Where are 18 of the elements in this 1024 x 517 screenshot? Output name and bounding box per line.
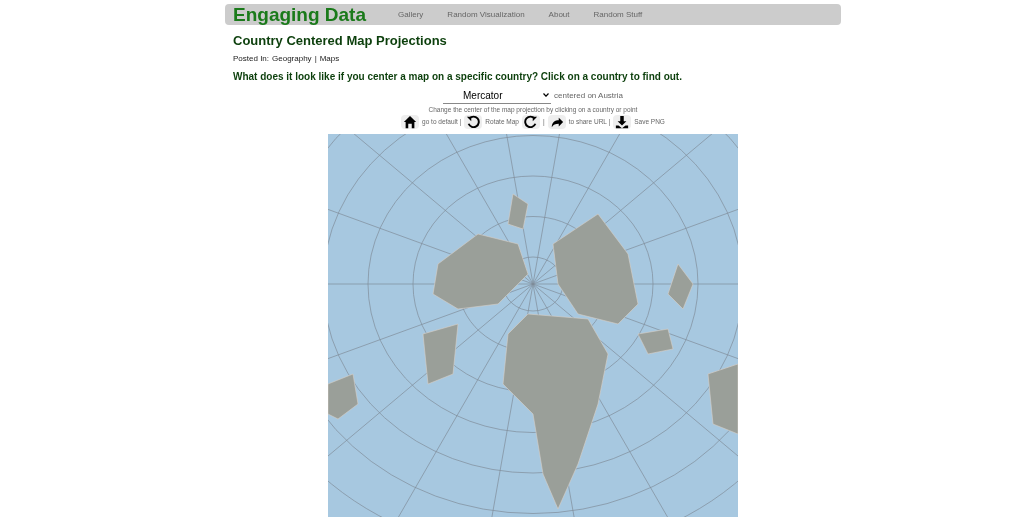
nav-link[interactable]: About	[548, 8, 570, 21]
rotate-right-icon[interactable]	[523, 115, 538, 130]
download-icon[interactable]	[615, 115, 630, 130]
question-text: What does it look like if you center a map on a specific country? Click on a country to find out.	[233, 69, 683, 84]
center-label: centered on Austria	[554, 89, 623, 102]
page-title: Country Centered Map Projections	[233, 32, 448, 50]
nav-link[interactable]: Gallery	[398, 8, 424, 21]
brand-link[interactable]: Engaging Data	[233, 5, 366, 24]
posted-label: Posted In:	[233, 52, 270, 65]
category-link[interactable]: Maps	[319, 52, 340, 65]
separator: |	[314, 52, 317, 65]
rotate-left-icon[interactable]	[466, 115, 481, 130]
category-link[interactable]: Geography	[272, 52, 312, 65]
nav-link[interactable]: Random Visualization	[447, 8, 525, 21]
chevron-down-icon[interactable]	[543, 93, 550, 97]
projection-select[interactable]: Mercator	[443, 87, 552, 104]
home-icon[interactable]	[403, 115, 418, 130]
nav-link[interactable]: Random Stuff	[593, 8, 643, 21]
